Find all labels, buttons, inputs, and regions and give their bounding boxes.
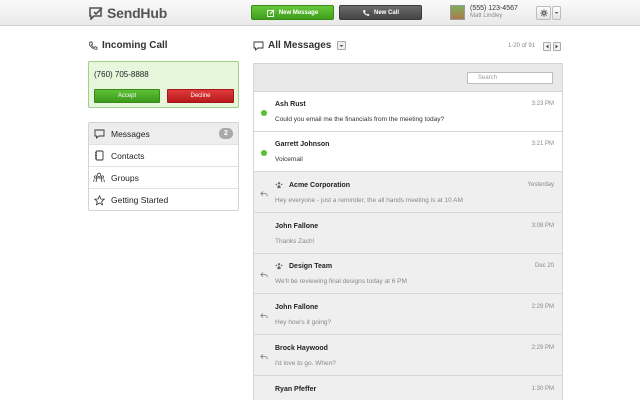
- message-row[interactable]: Ash Rust Could you email me the financia…: [254, 92, 562, 132]
- caller-number: (760) 705-8888: [94, 70, 149, 79]
- message-row[interactable]: Garrett Johnson Voicemail 3:21 PM: [254, 132, 562, 172]
- message-sender: Acme Corporation: [289, 182, 351, 189]
- user-phone-number: (555) 123-4567: [470, 5, 518, 12]
- group-icon: [275, 182, 283, 189]
- next-page-button[interactable]: [553, 42, 561, 51]
- message-time: Yesterday: [527, 182, 554, 188]
- message-time: Dec 20: [534, 263, 554, 269]
- sendhub-logo[interactable]: SendHub: [88, 4, 167, 22]
- message-preview: Could you email me the financials from t…: [275, 116, 445, 123]
- phone-icon: [363, 9, 370, 16]
- sidebar-item-label: Contacts: [111, 150, 145, 161]
- star-icon: [93, 194, 105, 206]
- chevron-down-icon: [339, 44, 344, 47]
- message-row[interactable]: Acme Corporation Hey everyone - just a r…: [254, 173, 562, 213]
- incoming-call-title: Incoming Call: [102, 40, 168, 51]
- new-call-button[interactable]: New Call: [339, 5, 422, 20]
- message-row[interactable]: Brock Haywood I'd love to go. When? 2:29…: [254, 336, 562, 376]
- message-sender: John Fallone: [275, 223, 319, 230]
- chevron-left-icon: [546, 44, 549, 49]
- people-icon: [93, 172, 105, 184]
- reply-icon: [260, 313, 268, 319]
- decline-call-button[interactable]: Decline: [167, 89, 234, 103]
- sidebar-item-label: Messages: [111, 128, 150, 139]
- messages-heading: All Messages: [253, 40, 347, 51]
- top-bar: SendHub New Message New Call (555) 123-4…: [0, 0, 640, 26]
- settings-dropdown-button[interactable]: [552, 6, 561, 20]
- message-row[interactable]: John Fallone Hey how's it going? 2:29 PM: [254, 295, 562, 335]
- page-title: All Messages: [268, 40, 332, 51]
- new-message-button[interactable]: New Message: [251, 5, 334, 20]
- sidebar-item-messages[interactable]: Messages 2: [89, 123, 238, 145]
- unread-indicator: [260, 149, 268, 157]
- app-name: SendHub: [107, 5, 168, 21]
- message-time: 2:29 PM: [531, 304, 554, 310]
- speech-bubble-icon: [93, 128, 105, 140]
- message-preview: Thanks Zach!: [275, 238, 315, 245]
- message-list-panel: Search Ash Rust Could you email me the f…: [253, 63, 563, 400]
- pagination-range: 1-20 of 91: [508, 43, 536, 49]
- new-call-label: New Call: [373, 9, 399, 16]
- settings-button[interactable]: [536, 6, 551, 20]
- message-sender: Design Team: [289, 263, 333, 270]
- sidebar-nav: Messages 2 Contacts Groups Getting Start…: [88, 122, 239, 211]
- search-bar: Search: [254, 64, 562, 92]
- incoming-call-panel: (760) 705-8888 Accept Decline: [88, 61, 239, 108]
- sidebar-item-getting-started[interactable]: Getting Started: [89, 189, 238, 211]
- accept-call-button[interactable]: Accept: [94, 89, 160, 103]
- message-time: 2:29 PM: [531, 345, 554, 351]
- group-icon: [275, 263, 283, 270]
- message-preview: Voicemail: [275, 156, 303, 163]
- message-preview: I'd love to go. When?: [275, 360, 336, 367]
- chevron-right-icon: [555, 44, 558, 49]
- message-row[interactable]: Design Team We'll be reviewing final des…: [254, 254, 562, 294]
- user-avatar[interactable]: [450, 5, 465, 20]
- speech-bubble-icon: [253, 41, 264, 51]
- message-time: 3:08 PM: [531, 223, 554, 229]
- previous-page-button[interactable]: [543, 42, 551, 51]
- user-name: Matt Lindley: [470, 13, 503, 19]
- message-time: 3:21 PM: [531, 141, 554, 147]
- message-row[interactable]: Ryan Pfeffer 1:30 PM: [254, 377, 562, 400]
- messages-count-badge: 2: [219, 128, 233, 139]
- compose-icon: [266, 9, 275, 17]
- search-input[interactable]: Search: [467, 72, 553, 84]
- message-sender: Garrett Johnson: [275, 141, 330, 148]
- message-time: 3:23 PM: [531, 101, 554, 107]
- message-sender: Ryan Pfeffer: [275, 386, 317, 393]
- sidebar-item-groups[interactable]: Groups: [89, 167, 238, 189]
- new-message-label: New Message: [278, 9, 319, 16]
- sidebar-item-contacts[interactable]: Contacts: [89, 145, 238, 167]
- message-time: 1:30 PM: [531, 386, 554, 392]
- sidebar-item-label: Getting Started: [111, 195, 169, 205]
- incoming-call-heading: Incoming Call: [88, 40, 168, 51]
- reply-icon: [260, 191, 268, 197]
- message-preview: Hey everyone - just a reminder, the all …: [275, 197, 463, 204]
- message-sender: Ash Rust: [275, 101, 306, 108]
- filter-dropdown-button[interactable]: [337, 41, 347, 50]
- phone-icon: [89, 41, 98, 50]
- message-sender: Brock Haywood: [275, 345, 328, 352]
- message-preview: Hey how's it going?: [275, 319, 332, 326]
- reply-icon: [260, 354, 268, 360]
- message-preview: We'll be reviewing final designs today a…: [275, 278, 407, 285]
- reply-icon: [260, 272, 268, 278]
- sendhub-logo-icon: [89, 7, 103, 20]
- message-sender: John Fallone: [275, 304, 319, 311]
- gear-icon: [539, 9, 548, 17]
- message-row[interactable]: John Fallone Thanks Zach! 3:08 PM: [254, 214, 562, 254]
- unread-indicator: [260, 109, 268, 117]
- address-book-icon: [93, 150, 105, 162]
- chevron-down-icon: [554, 12, 559, 14]
- sidebar-item-label: Groups: [111, 172, 139, 183]
